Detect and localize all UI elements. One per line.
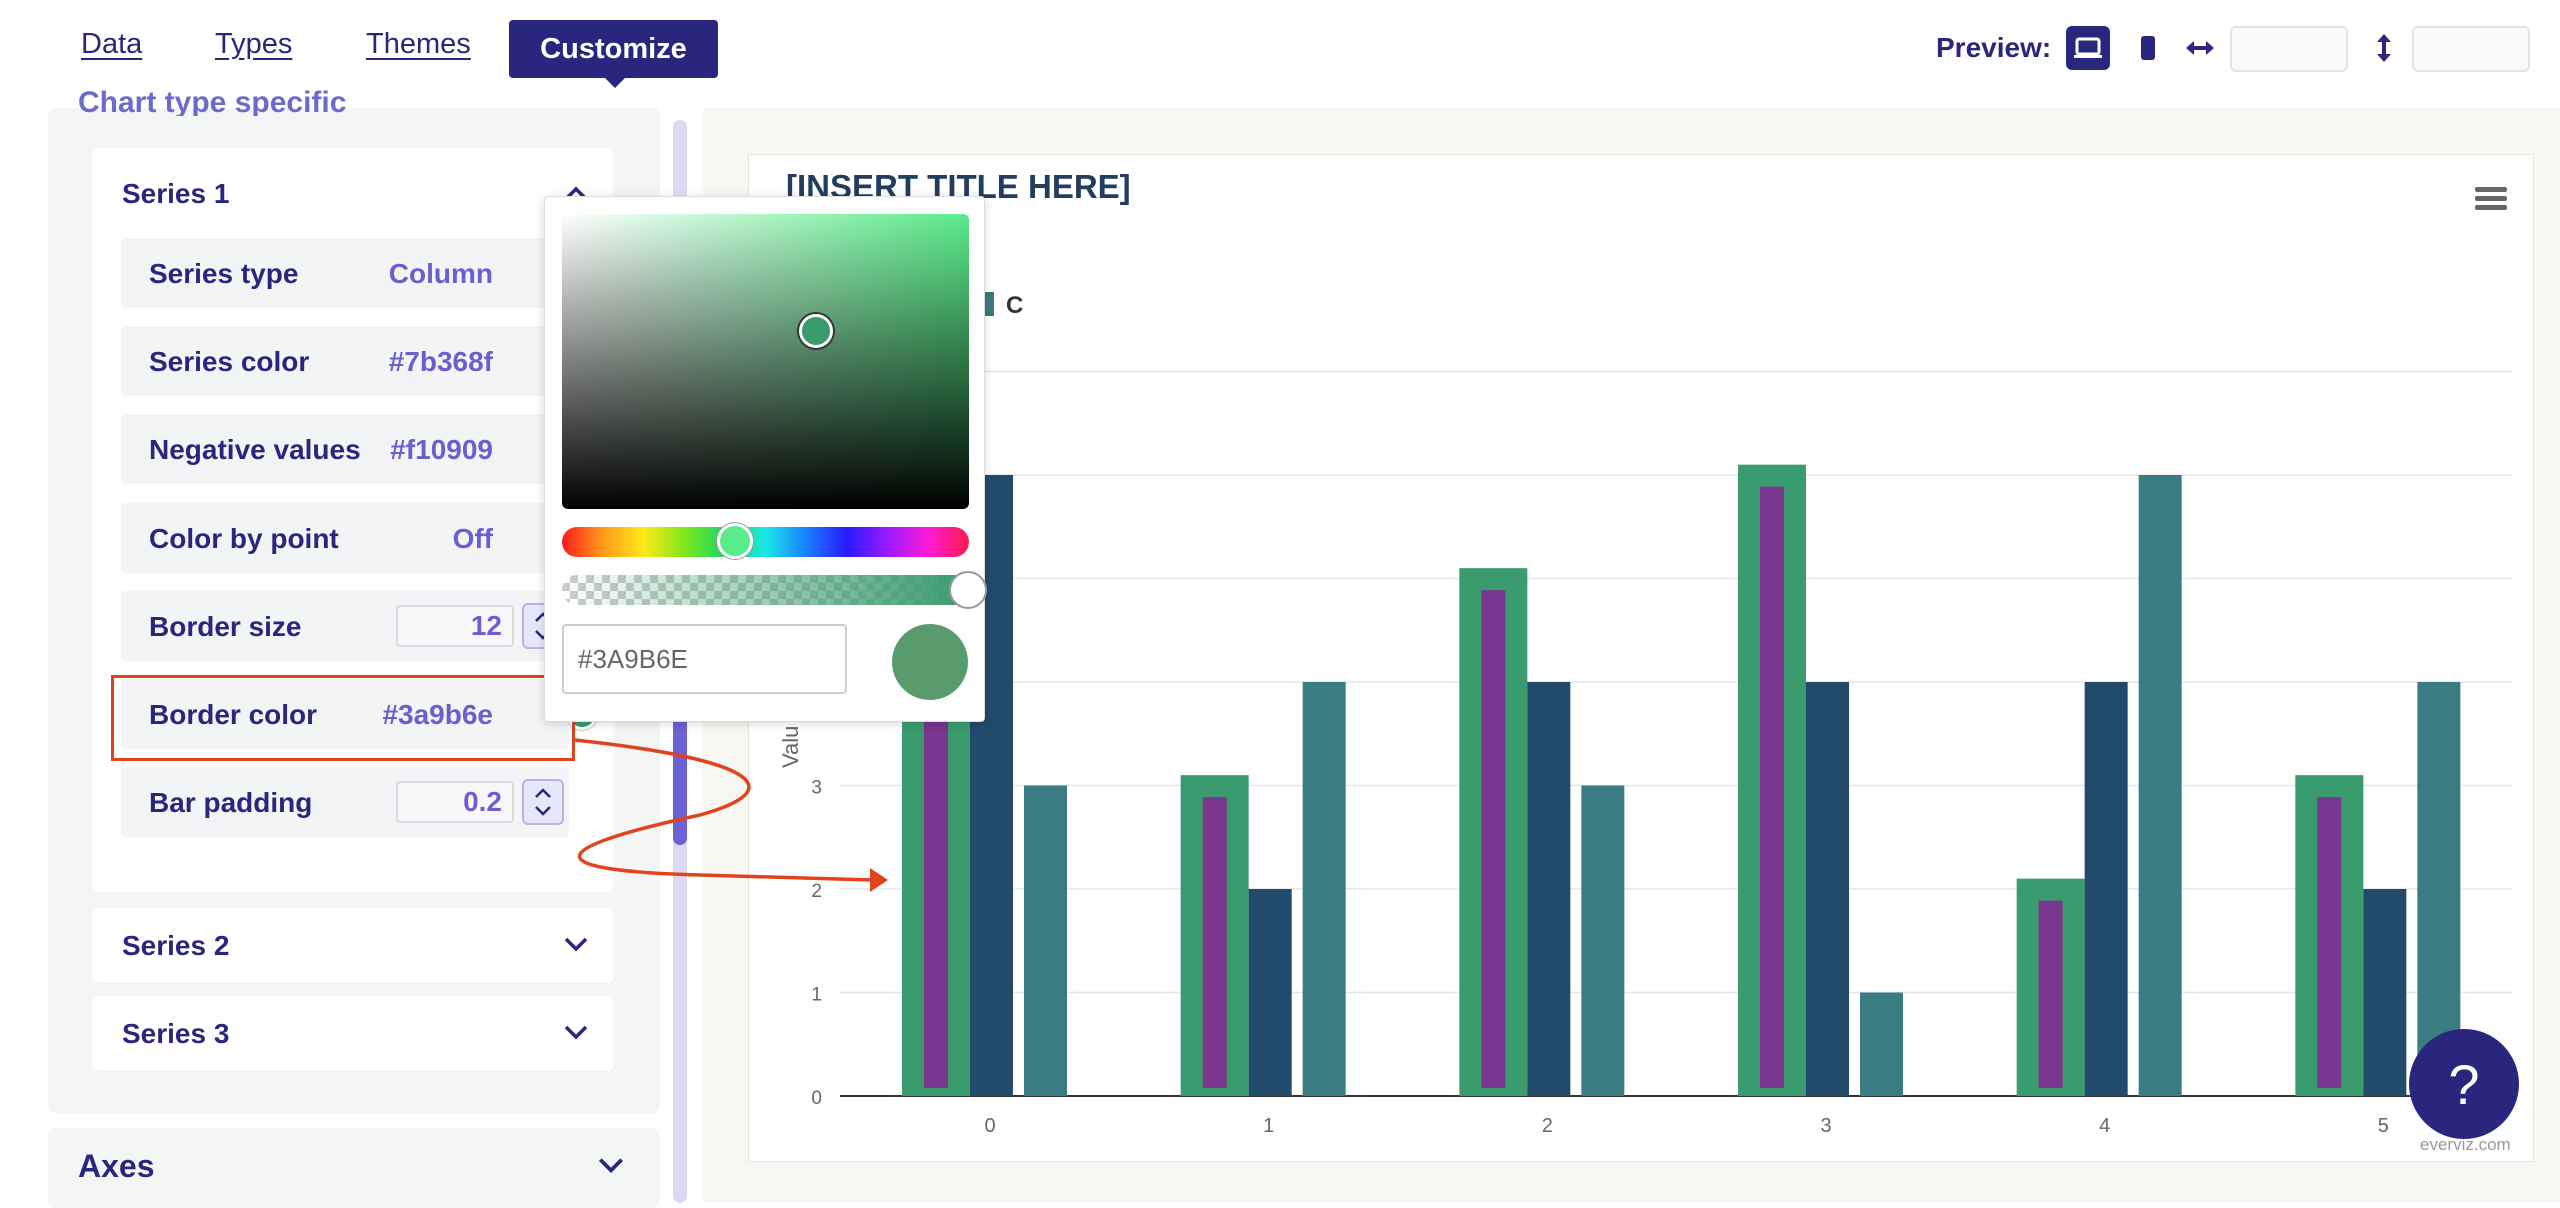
hue-handle[interactable] bbox=[717, 523, 753, 559]
annotation-arrow bbox=[574, 738, 888, 892]
hex-color-input[interactable]: #3A9B6E bbox=[562, 624, 847, 694]
saturation-value-area[interactable] bbox=[562, 214, 969, 509]
color-picker-popup: #3A9B6E bbox=[544, 196, 987, 722]
saturation-handle[interactable] bbox=[799, 314, 833, 348]
hue-slider[interactable] bbox=[562, 527, 969, 557]
color-preview-swatch bbox=[892, 624, 968, 700]
alpha-slider[interactable] bbox=[562, 575, 969, 605]
alpha-handle[interactable] bbox=[949, 571, 987, 609]
